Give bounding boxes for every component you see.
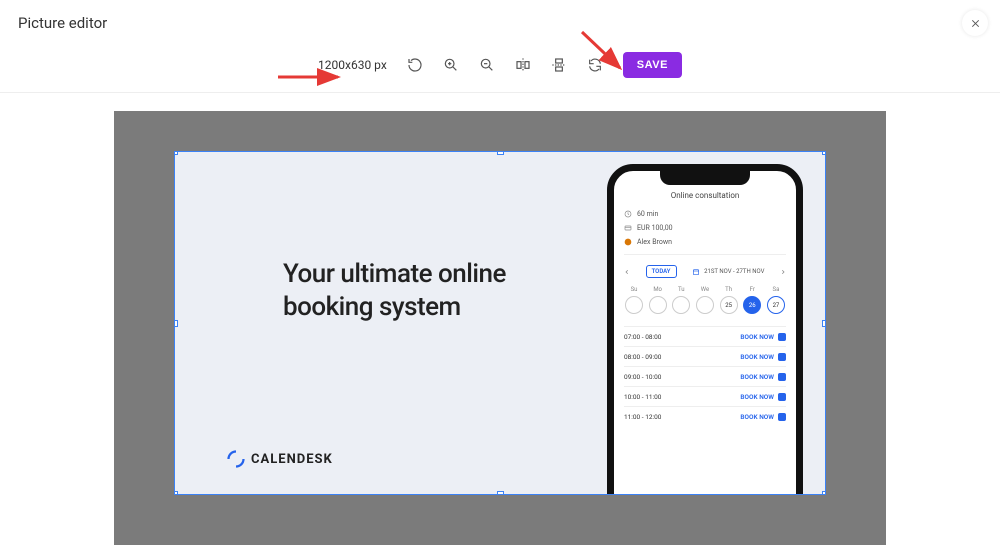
crop-handle[interactable] [497,151,504,155]
editor-canvas-container: Your ultimate online booking system CALE… [114,111,886,545]
bag-icon [778,413,786,421]
day-cell: Mo [648,286,668,316]
date-range-label: 21ST NOV - 27TH NOV [692,268,764,276]
crop-handle[interactable] [174,491,178,495]
phone-screen-title: Online consultation [624,191,786,200]
book-now-link[interactable]: BOOK NOW [740,333,786,341]
book-now-link[interactable]: BOOK NOW [740,413,786,421]
brand-logo: CALENDESK [227,450,333,468]
day-cell: Fr26 [742,286,762,316]
chevron-left-icon [624,269,630,275]
today-chip: TODAY [646,265,677,278]
crop-handle[interactable] [822,320,826,327]
time-slot-row: 08:00 - 09:00 BOOK NOW [624,346,786,366]
close-button[interactable] [962,10,988,36]
book-now-link[interactable]: BOOK NOW [740,353,786,361]
time-slot-row: 10:00 - 11:00 BOOK NOW [624,386,786,406]
day-cell: Sa27 [766,286,786,316]
crop-handle[interactable] [174,320,178,327]
day-cell: We [695,286,715,316]
book-now-link[interactable]: BOOK NOW [740,373,786,381]
crop-handle[interactable] [174,151,178,155]
close-icon [970,18,981,29]
flip-horizontal-icon[interactable] [515,57,531,73]
dimensions-label: 1200x630 px [318,58,387,72]
phone-notch [660,171,750,185]
save-button[interactable]: SAVE [623,52,682,78]
bag-icon [778,333,786,341]
calendar-icon [692,268,700,276]
time-slot-row: 09:00 - 10:00 BOOK NOW [624,366,786,386]
phone-mockup: Online consultation 60 min EUR 100,00 Al… [607,164,803,495]
zoom-out-icon[interactable] [479,57,495,73]
rotate-left-icon[interactable] [407,57,423,73]
day-cell: Th25 [719,286,739,316]
slot-time: 11:00 - 12:00 [624,413,661,421]
slot-time: 10:00 - 11:00 [624,393,661,401]
brand-name: CALENDESK [251,452,333,467]
time-slot-row: 11:00 - 12:00 BOOK NOW [624,406,786,426]
bag-icon [778,353,786,361]
crop-handle[interactable] [822,491,826,495]
crop-handle[interactable] [497,491,504,495]
time-slot-row: 07:00 - 08:00 BOOK NOW [624,326,786,346]
clock-icon [624,210,632,218]
brand-mark-icon [227,450,245,468]
reset-icon[interactable] [587,57,603,73]
slot-time: 08:00 - 09:00 [624,353,661,361]
bag-icon [778,373,786,381]
chevron-right-icon [780,269,786,275]
crop-selection[interactable]: Your ultimate online booking system CALE… [174,151,826,495]
editor-toolbar: 1200x630 px SAVE [0,42,1000,93]
slot-time: 07:00 - 08:00 [624,333,661,341]
phone-duration: 60 min [637,210,658,218]
flip-vertical-icon[interactable] [551,57,567,73]
card-icon [624,224,632,232]
slot-time: 09:00 - 10:00 [624,373,661,381]
book-now-link[interactable]: BOOK NOW [740,393,786,401]
zoom-in-icon[interactable] [443,57,459,73]
phone-price: EUR 100,00 [637,224,673,232]
user-avatar-icon [624,238,632,246]
page-title: Picture editor [0,0,1000,42]
day-cell: Tu [671,286,691,316]
bag-icon [778,393,786,401]
crop-handle[interactable] [822,151,826,155]
phone-user-name: Alex Brown [637,238,672,246]
day-cell: Su [624,286,644,316]
promo-headline: Your ultimate online booking system [283,258,513,323]
